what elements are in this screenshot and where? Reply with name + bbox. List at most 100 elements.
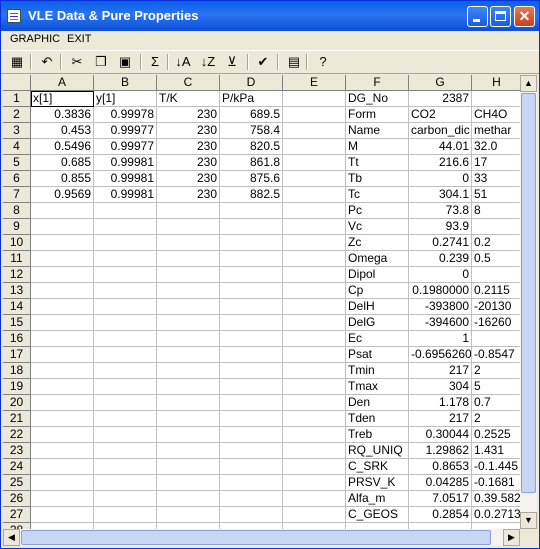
grid-cell[interactable]: Treb bbox=[346, 427, 409, 443]
grid-cell[interactable]: 0.9569 bbox=[31, 187, 94, 203]
minimize-button[interactable] bbox=[467, 6, 488, 27]
grid-cell[interactable] bbox=[283, 91, 346, 107]
grid-cell[interactable] bbox=[94, 411, 157, 427]
row-header[interactable]: 11 bbox=[3, 251, 31, 267]
grid-cell[interactable] bbox=[283, 283, 346, 299]
sort-descending-icon[interactable]: ↓Z bbox=[199, 53, 217, 71]
scroll-left-arrow-icon[interactable]: ◀ bbox=[3, 529, 20, 546]
grid-cell[interactable]: Tc bbox=[346, 187, 409, 203]
grid-cell[interactable]: 689.5 bbox=[220, 107, 283, 123]
grid-cell[interactable] bbox=[31, 443, 94, 459]
grid-cell[interactable] bbox=[157, 283, 220, 299]
grid-cell[interactable] bbox=[220, 331, 283, 347]
row-header[interactable]: 9 bbox=[3, 219, 31, 235]
horizontal-scrollbar[interactable]: ◀ ▶ bbox=[3, 529, 520, 546]
grid-cell[interactable] bbox=[472, 267, 520, 283]
grid-cell[interactable] bbox=[94, 363, 157, 379]
grid-cell[interactable] bbox=[157, 347, 220, 363]
row-header[interactable]: 20 bbox=[3, 395, 31, 411]
grid-cell[interactable] bbox=[31, 331, 94, 347]
grid-cell[interactable]: 0.99978 bbox=[94, 107, 157, 123]
column-header-f[interactable]: F bbox=[346, 75, 409, 91]
grid-cell[interactable] bbox=[220, 299, 283, 315]
grid-cell[interactable] bbox=[157, 235, 220, 251]
grid-cell[interactable]: 0.99981 bbox=[94, 171, 157, 187]
grid-cell[interactable]: C_GEOS bbox=[346, 507, 409, 523]
grid-cell[interactable] bbox=[94, 475, 157, 491]
grid-cell[interactable] bbox=[283, 507, 346, 523]
menu-exit[interactable]: EXIT bbox=[67, 33, 91, 45]
grid-cell[interactable]: DelH bbox=[346, 299, 409, 315]
grid-cell[interactable]: 882.5 bbox=[220, 187, 283, 203]
row-header[interactable]: 8 bbox=[3, 203, 31, 219]
grid-cell[interactable] bbox=[157, 491, 220, 507]
grid-cell[interactable] bbox=[283, 443, 346, 459]
grid-corner[interactable] bbox=[3, 75, 31, 91]
column-header-d[interactable]: D bbox=[220, 75, 283, 91]
grid-cell[interactable] bbox=[157, 299, 220, 315]
column-header-a[interactable]: A bbox=[31, 75, 94, 91]
grid-cell[interactable] bbox=[157, 443, 220, 459]
grid-cell[interactable] bbox=[31, 507, 94, 523]
grid-cell[interactable] bbox=[31, 315, 94, 331]
grid-cell[interactable] bbox=[157, 219, 220, 235]
grid-cell[interactable]: 33 bbox=[472, 171, 520, 187]
grid-cell[interactable]: y[1] bbox=[94, 91, 157, 107]
grid-cell[interactable] bbox=[283, 411, 346, 427]
grid-cell[interactable] bbox=[472, 91, 520, 107]
grid-cell[interactable] bbox=[220, 267, 283, 283]
grid-cell[interactable] bbox=[472, 219, 520, 235]
row-header[interactable]: 4 bbox=[3, 139, 31, 155]
grid-cell[interactable] bbox=[283, 459, 346, 475]
grid-cell[interactable] bbox=[31, 203, 94, 219]
vertical-scroll-thumb[interactable] bbox=[521, 93, 536, 493]
grid-cell[interactable]: x[1] bbox=[31, 91, 94, 107]
undo-icon[interactable]: ↶ bbox=[38, 53, 56, 71]
grid-cell[interactable]: 93.9 bbox=[409, 219, 472, 235]
grid-cell[interactable] bbox=[31, 379, 94, 395]
grid-cell[interactable] bbox=[94, 507, 157, 523]
grid-cell[interactable]: 5 bbox=[472, 379, 520, 395]
row-header[interactable]: 23 bbox=[3, 443, 31, 459]
row-header[interactable]: 19 bbox=[3, 379, 31, 395]
grid-cell[interactable] bbox=[283, 171, 346, 187]
grid-cell[interactable]: 217 bbox=[409, 411, 472, 427]
grid-cell[interactable]: 0 bbox=[409, 171, 472, 187]
check-icon[interactable]: ✔ bbox=[254, 53, 272, 71]
grid-cell[interactable] bbox=[220, 363, 283, 379]
grid-cell[interactable]: 0.5 bbox=[472, 251, 520, 267]
row-header[interactable]: 21 bbox=[3, 411, 31, 427]
grid-cell[interactable]: -0.1681 bbox=[472, 475, 520, 491]
row-header[interactable]: 3 bbox=[3, 123, 31, 139]
row-header[interactable]: 18 bbox=[3, 363, 31, 379]
grid-cell[interactable] bbox=[94, 251, 157, 267]
app-icon[interactable] bbox=[7, 9, 21, 23]
grid-cell[interactable] bbox=[31, 427, 94, 443]
grid-cell[interactable] bbox=[94, 427, 157, 443]
grid-cell[interactable] bbox=[472, 331, 520, 347]
grid-cell[interactable]: -20130 bbox=[472, 299, 520, 315]
grid-cell[interactable] bbox=[283, 155, 346, 171]
grid-cell[interactable]: 17 bbox=[472, 155, 520, 171]
grid-cell[interactable] bbox=[220, 395, 283, 411]
title-bar[interactable]: VLE Data & Pure Properties ✕ bbox=[1, 1, 539, 31]
grid-cell[interactable] bbox=[31, 363, 94, 379]
row-header[interactable]: 7 bbox=[3, 187, 31, 203]
grid-cell[interactable]: 8 bbox=[472, 203, 520, 219]
grid-cell[interactable]: M bbox=[346, 139, 409, 155]
grid-cell[interactable]: 0.7 bbox=[472, 395, 520, 411]
menu-graphic[interactable]: GRAPHIC bbox=[10, 33, 60, 45]
grid-cell[interactable]: Psat bbox=[346, 347, 409, 363]
grid-cell[interactable] bbox=[220, 459, 283, 475]
grid-cell[interactable]: CH4O bbox=[472, 107, 520, 123]
grid-cell[interactable]: 1.431 bbox=[472, 443, 520, 459]
grid-cell[interactable]: -16260 bbox=[472, 315, 520, 331]
horizontal-scroll-thumb[interactable] bbox=[21, 530, 491, 545]
grid-cell[interactable] bbox=[157, 331, 220, 347]
grid-cell[interactable] bbox=[31, 267, 94, 283]
row-header[interactable]: 26 bbox=[3, 491, 31, 507]
maximize-button[interactable] bbox=[490, 6, 511, 27]
grid-cell[interactable]: 0.0.2713 bbox=[472, 507, 520, 523]
column-header-g[interactable]: G bbox=[409, 75, 472, 91]
grid-cell[interactable]: Zc bbox=[346, 235, 409, 251]
